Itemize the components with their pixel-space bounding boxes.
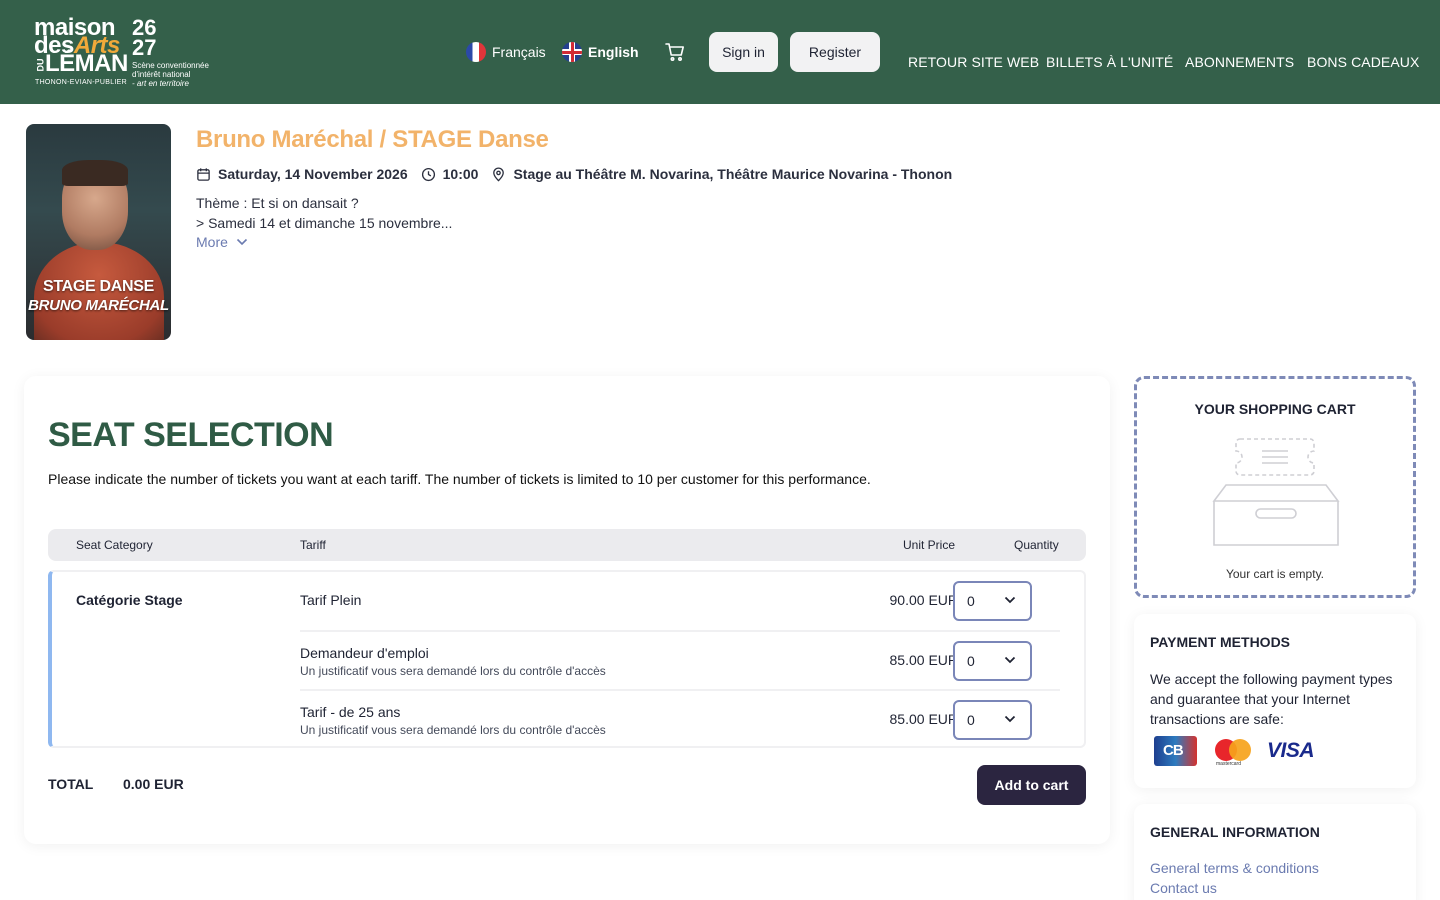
logo-line-3: DULÉMAN	[34, 52, 129, 76]
logo-tag-2: d'intérêt national	[132, 70, 191, 79]
logo-du: DU	[35, 58, 46, 72]
location-pin-icon	[493, 167, 505, 181]
table-row: Demandeur d'emploi Un justificatif vous …	[300, 630, 1060, 688]
chevron-down-icon	[1004, 656, 1016, 664]
calendar-icon	[197, 167, 210, 181]
event-desc-line-2: > Samedi 14 et dimanche 15 novembre...	[196, 215, 453, 231]
quantity-value: 0	[967, 712, 975, 728]
logo-leman: LÉMAN	[45, 50, 128, 77]
contact-link[interactable]: Contact us	[1150, 880, 1217, 896]
poster-line-2: BRUNO MARÉCHAL	[28, 297, 169, 314]
tariff-price: 90.00 EUR	[889, 592, 958, 608]
language-french-label: Français	[492, 44, 546, 60]
quantity-value: 0	[967, 593, 975, 609]
quantity-value: 0	[967, 653, 975, 669]
seat-selection-intro: Please indicate the number of tickets yo…	[48, 471, 871, 487]
seat-selection-card: SEAT SELECTION Please indicate the numbe…	[24, 376, 1110, 844]
language-french[interactable]: Français	[466, 42, 546, 62]
tariff-price: 85.00 EUR	[889, 711, 958, 727]
sign-in-button[interactable]: Sign in	[709, 32, 778, 72]
poster-line-1: STAGE DANSE	[42, 278, 155, 295]
france-flag-icon	[466, 42, 486, 62]
language-english-label: English	[588, 44, 639, 60]
event-venue: Stage au Théâtre M. Novarina, Théâtre Ma…	[513, 166, 953, 182]
tariff-name: Tarif - de 25 ans	[300, 704, 401, 720]
nav-bons-cadeaux[interactable]: BONS CADEAUX	[1307, 54, 1419, 70]
cart-empty-message: Your cart is empty.	[1225, 567, 1325, 581]
general-information-panel: GENERAL INFORMATION General terms & cond…	[1134, 804, 1416, 900]
seat-category-name: Catégorie Stage	[76, 592, 183, 608]
more-toggle[interactable]: More	[196, 234, 248, 250]
cart-icon[interactable]	[664, 42, 686, 62]
payment-methods-text: We accept the following payment types an…	[1150, 671, 1393, 727]
tariff-table-header: Seat Category Tariff Unit Price Quantity	[48, 529, 1086, 561]
register-button[interactable]: Register	[790, 32, 880, 72]
seat-selection-heading: SEAT SELECTION	[48, 416, 334, 454]
tariff-note: Un justificatif vous sera demandé lors d…	[300, 664, 606, 678]
logo-season: 26 27	[132, 17, 157, 60]
tariff-price: 85.00 EUR	[889, 652, 958, 668]
shopping-cart-panel: YOUR SHOPPING CART Your cart is empty.	[1134, 376, 1416, 598]
col-quantity: Quantity	[1014, 538, 1059, 552]
event-poster: STAGE DANSE BRUNO MARÉCHAL	[26, 124, 171, 340]
event-time: 10:00	[442, 166, 479, 182]
nav-retour-site-web[interactable]: RETOUR SITE WEB	[908, 54, 1039, 70]
uk-flag-icon	[562, 42, 582, 62]
site-header: maison desArts DULÉMAN 26 27 Scène conven…	[0, 0, 1440, 104]
cart-title: YOUR SHOPPING CART	[1194, 401, 1356, 417]
chevron-down-icon	[236, 238, 247, 246]
nav-abonnements[interactable]: ABONNEMENTS	[1185, 54, 1294, 70]
logo-tag-3: - art en territoire	[132, 79, 189, 88]
tariff-name: Tarif Plein	[300, 592, 362, 608]
event-meta: Saturday, 14 November 2026 10:00 Stage a…	[196, 164, 965, 184]
language-english[interactable]: English	[562, 42, 639, 62]
logo-tagline: Scène conventionnée d'intérêt national -…	[132, 61, 242, 88]
chevron-down-icon	[1004, 715, 1016, 723]
payment-card-logos: mastercard VISA	[1154, 736, 1315, 767]
logo-tag-1: Scène conventionnée	[132, 61, 209, 70]
logo-year-bottom: 27	[132, 35, 157, 60]
cb-card-icon	[1154, 736, 1197, 766]
total-label: TOTAL	[48, 776, 94, 792]
table-row: Tarif - de 25 ans Un justificatif vous s…	[300, 689, 1060, 747]
logo-city: THONON-EVIAN-PUBLIER	[35, 79, 127, 86]
col-unit-price: Unit Price	[903, 538, 956, 552]
col-tariff: Tariff	[300, 538, 326, 552]
quantity-select[interactable]: 0	[953, 641, 1032, 681]
quantity-select[interactable]: 0	[953, 581, 1032, 621]
general-information-title: GENERAL INFORMATION	[1150, 824, 1320, 840]
mastercard-icon: mastercard	[1213, 736, 1253, 767]
tariff-table-body: Catégorie Stage Tarif Plein 90.00 EUR 0 …	[48, 570, 1086, 748]
clock-icon	[421, 167, 435, 181]
event-date: Saturday, 14 November 2026	[218, 166, 408, 182]
chevron-down-icon	[1004, 596, 1016, 604]
empty-cart-illustration	[1212, 438, 1340, 546]
payment-methods-title: PAYMENT METHODS	[1150, 634, 1291, 650]
terms-link[interactable]: General terms & conditions	[1150, 860, 1319, 876]
total-value: 0.00 EUR	[123, 776, 184, 792]
visa-icon: VISA	[1267, 739, 1315, 762]
table-row: Tarif Plein 90.00 EUR 0	[300, 572, 1060, 630]
event-desc-line-1: Thème : Et si on dansait ?	[196, 195, 359, 211]
tariff-note: Un justificatif vous sera demandé lors d…	[300, 723, 606, 737]
event-title: Bruno Maréchal / STAGE Danse	[196, 126, 549, 153]
event-description: Thème : Et si on dansait ? > Samedi 14 e…	[196, 193, 452, 233]
mastercard-label: mastercard	[1216, 761, 1242, 767]
tariff-name: Demandeur d'emploi	[300, 645, 429, 661]
add-to-cart-button[interactable]: Add to cart	[977, 765, 1086, 805]
payment-methods-panel: PAYMENT METHODS We accept the following …	[1134, 614, 1416, 788]
more-label: More	[196, 234, 228, 250]
nav-billets-unite[interactable]: BILLETS À L'UNITÉ	[1046, 54, 1173, 70]
quantity-select[interactable]: 0	[953, 700, 1032, 740]
col-seat-category: Seat Category	[76, 538, 153, 552]
site-logo[interactable]: maison desArts DULÉMAN 26 27 Scène conven…	[34, 14, 224, 92]
